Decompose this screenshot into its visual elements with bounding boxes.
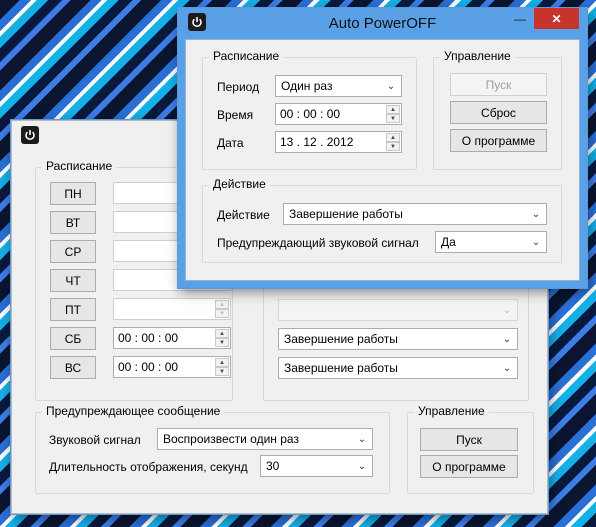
date-label: Дата [217,136,244,150]
spin-down-icon[interactable]: ▼ [386,114,400,123]
chevron-down-icon: ⌄ [386,80,396,92]
spin-down-icon[interactable]: ▼ [215,367,229,376]
action-select[interactable]: Завершение работы ⌄ [283,203,547,225]
spin-up-icon[interactable]: ▲ [215,329,229,338]
warning-message-group: Предупреждающее сообщение [35,404,390,494]
chevron-down-icon: ⌄ [502,304,512,316]
chevron-down-icon: ⌄ [357,433,367,445]
day-button[interactable]: ВС [50,356,96,379]
day-button[interactable]: ВТ [50,211,96,234]
warning-sound-label: Предупреждающий звуковой сигнал [217,236,419,250]
spin-up-icon[interactable]: ▲ [386,133,400,142]
time-spinner[interactable]: ▲▼ [215,300,229,318]
chevron-down-icon: ⌄ [502,362,512,374]
close-icon: ✕ [551,11,562,26]
day-time-input[interactable]: 00 : 00 : 00 ▲ ▼ [113,327,231,349]
time-spinner[interactable]: ▲▼ [386,105,400,123]
spin-up-icon[interactable]: ▲ [386,105,400,114]
date-spinner[interactable]: ▲ ▼ [386,133,400,151]
window-titlebar[interactable]: Auto PowerOFF — ✕ [178,8,587,38]
action-select-fr[interactable]: ⌄ [278,299,518,321]
warning-group-title: Предупреждающее сообщение [42,404,225,418]
chevron-down-icon: ⌄ [531,208,541,220]
action-select-sun[interactable]: Завершение работы ⌄ [278,357,518,379]
about-button[interactable]: О программе [450,129,547,152]
day-time-input[interactable]: 00 : 00 : 00 ▲ ▼ [113,356,231,378]
action-group-title: Действие [209,177,270,191]
chevron-down-icon: ⌄ [357,460,367,472]
about-button[interactable]: О программе [420,455,518,478]
action-label: Действие [217,208,270,222]
time-spinner[interactable]: ▲▼ [215,358,229,376]
minimize-button[interactable]: — [506,8,534,29]
schedule-group-title: Расписание [209,49,284,63]
time-spinner[interactable]: ▲▼ [215,329,229,347]
close-button[interactable]: ✕ [534,8,579,29]
warning-sound-select[interactable]: Да ⌄ [435,231,547,253]
schedule-group-title: Расписание [42,159,117,173]
auto-poweroff-window: Auto PowerOFF — ✕ Расписание Период Один… [178,8,587,288]
start-button[interactable]: Пуск [420,428,518,451]
spin-down-icon[interactable]: ▼ [386,142,400,151]
display-duration-label: Длительность отображения, секунд [49,460,248,474]
day-button[interactable]: ПН [50,182,96,205]
day-button[interactable]: ЧТ [50,269,96,292]
day-time-input[interactable]: ▲▼ [113,298,231,320]
day-button[interactable]: СР [50,240,96,263]
time-input[interactable]: 00 : 00 : 00 ▲ ▼ [275,103,402,125]
minimize-icon: — [514,11,526,26]
sound-signal-select[interactable]: Воспроизвести один раз ⌄ [157,428,373,450]
spin-up-icon[interactable]: ▲ [215,300,229,309]
date-input[interactable]: 13 . 12 . 2012 ▲ ▼ [275,131,402,153]
period-select[interactable]: Один раз ⌄ [275,75,402,97]
day-button[interactable]: ПТ [50,298,96,321]
control-group-title: Управление [414,404,489,418]
period-label: Период [217,80,260,94]
chevron-down-icon: ⌄ [531,236,541,248]
action-select-sat[interactable]: Завершение работы ⌄ [278,328,518,350]
sound-signal-label: Звуковой сигнал [49,433,141,447]
day-button[interactable]: СБ [50,327,96,350]
time-label: Время [217,108,254,122]
chevron-down-icon: ⌄ [502,333,512,345]
window-client-area: Расписание Период Один раз ⌄ Время 00 : 0… [185,39,580,281]
control-group-title: Управление [440,49,515,63]
spin-down-icon[interactable]: ▼ [215,338,229,347]
control-group: Управление [407,404,534,494]
reset-button[interactable]: Сброс [450,101,547,124]
power-icon [21,126,39,144]
start-button[interactable]: Пуск [450,73,547,96]
display-duration-select[interactable]: 30 ⌄ [260,455,373,477]
spin-up-icon[interactable]: ▲ [215,358,229,367]
spin-down-icon[interactable]: ▼ [215,309,229,318]
